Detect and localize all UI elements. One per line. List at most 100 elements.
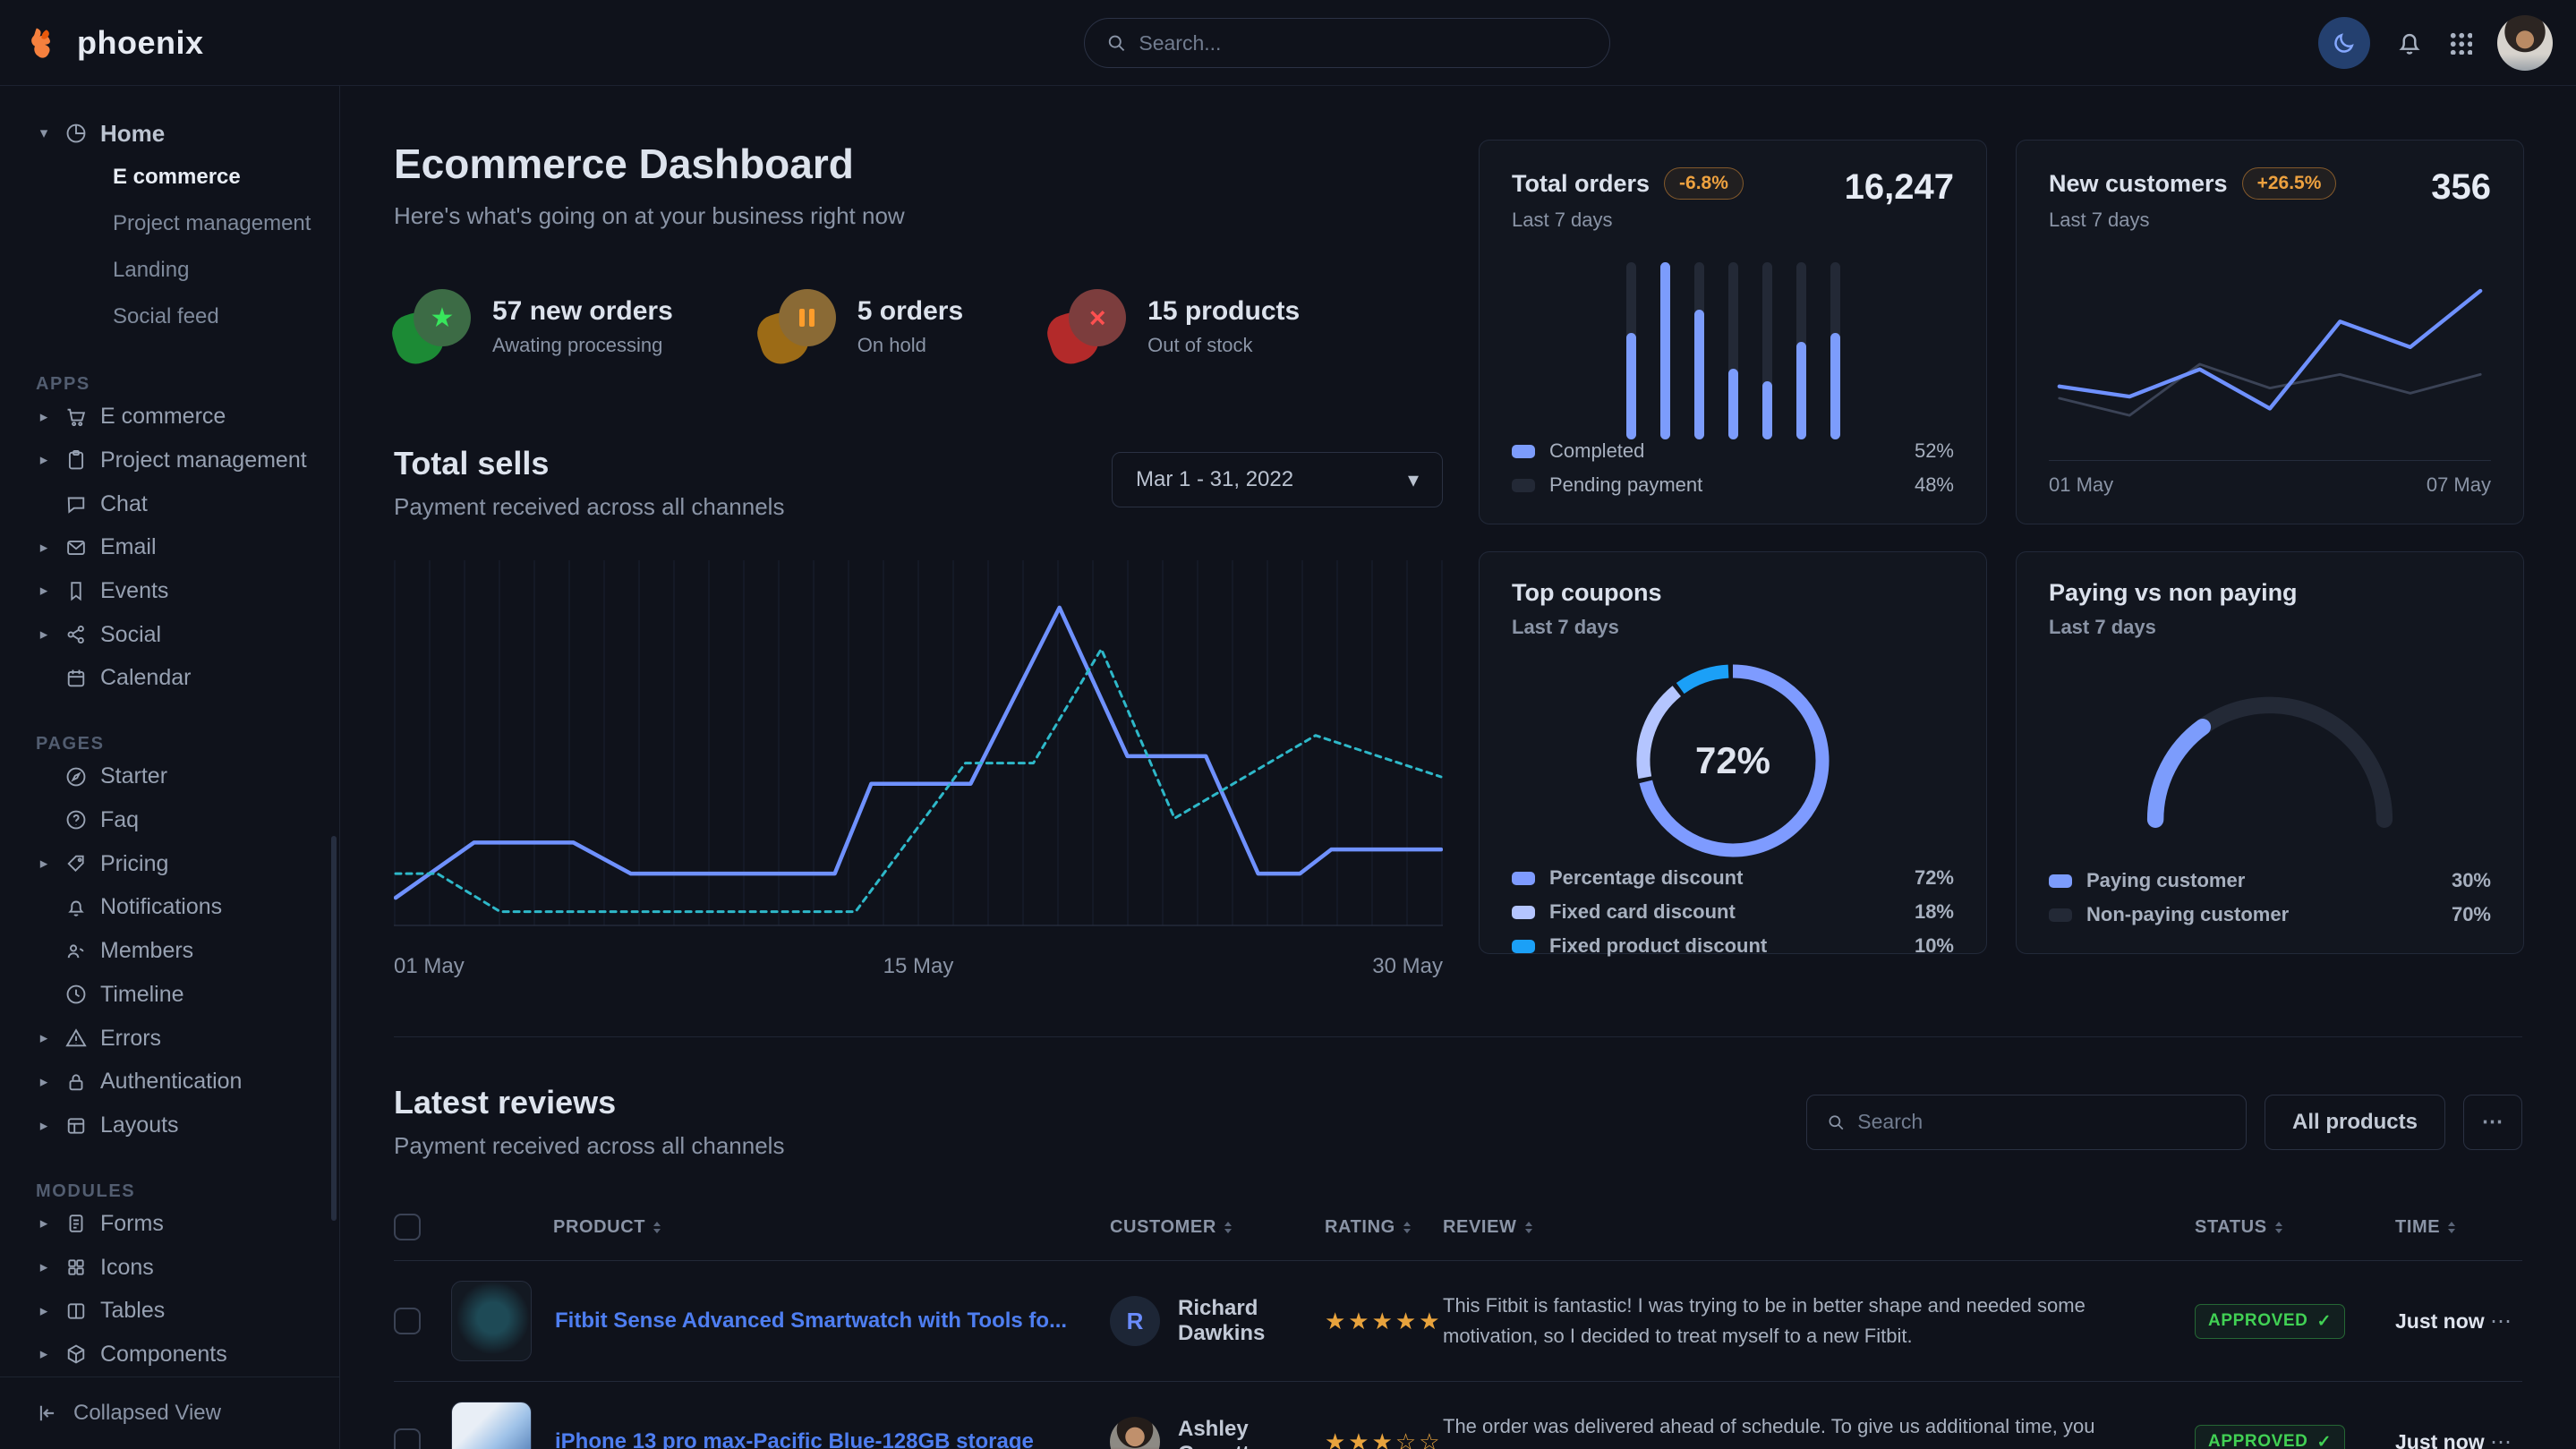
- column-status[interactable]: STATUS: [2195, 1217, 2395, 1238]
- sidebar-item-landing[interactable]: Landing: [113, 247, 339, 294]
- product-link[interactable]: Fitbit Sense Advanced Smartwatch with To…: [555, 1308, 1067, 1334]
- check-icon: ✓: [2316, 1432, 2332, 1449]
- columns-icon: [64, 1300, 88, 1323]
- sidebar-scrollbar[interactable]: [331, 836, 337, 1221]
- grid-icon: [64, 1256, 88, 1279]
- stat-new-orders: ★ 57 new orders Awating processing: [394, 289, 673, 364]
- out-of-stock-icon: ×: [1049, 289, 1128, 364]
- sidebar-item-layouts[interactable]: ▸ Layouts: [0, 1104, 339, 1147]
- row-menu-button[interactable]: ⋯: [2490, 1429, 2522, 1449]
- tag-icon: [64, 852, 88, 875]
- date-range-select[interactable]: Mar 1 - 31, 2022 ▾: [1112, 452, 1443, 507]
- sidebar-item-pricing[interactable]: ▸ Pricing: [0, 842, 339, 886]
- column-customer[interactable]: CUSTOMER: [1110, 1217, 1325, 1238]
- sidebar-item-chat[interactable]: Chat: [0, 482, 339, 526]
- search-icon: [1827, 1112, 1845, 1132]
- total-orders-bar-chart: [1626, 262, 1840, 439]
- sidebar-item-starter[interactable]: Starter: [0, 754, 339, 798]
- sidebar-item-home[interactable]: ▾ Home: [0, 113, 339, 154]
- theme-toggle-button[interactable]: [2318, 17, 2370, 69]
- column-rating[interactable]: RATING: [1325, 1217, 1443, 1238]
- column-product[interactable]: PRODUCT: [451, 1217, 1110, 1238]
- column-review[interactable]: REVIEW: [1443, 1217, 2195, 1238]
- row-menu-button[interactable]: ⋯: [2490, 1308, 2522, 1334]
- sidebar-item-forms[interactable]: ▸ Forms: [0, 1202, 339, 1246]
- page-subtitle: Here's what's going on at your business …: [394, 202, 1443, 230]
- global-search[interactable]: [1084, 18, 1610, 68]
- new-customers-card: New customers +26.5% Last 7 days 356 01 …: [2016, 140, 2524, 524]
- members-icon: [64, 940, 88, 963]
- sidebar-item-calendar[interactable]: Calendar: [0, 657, 339, 701]
- sidebar-item-icons[interactable]: ▸ Icons: [0, 1246, 339, 1290]
- sidebar-item-members[interactable]: Members: [0, 929, 339, 973]
- bell-icon: [64, 896, 88, 919]
- paying-gauge-chart: [2131, 680, 2409, 834]
- chevron-right-icon: ▸: [36, 408, 52, 426]
- apps-menu-button[interactable]: [2449, 31, 2472, 55]
- reviews-table: PRODUCT CUSTOMER RATING REVIEW STATUS TI…: [394, 1198, 2522, 1449]
- document-icon: [64, 1212, 88, 1235]
- brand-logo[interactable]: phoenix: [25, 23, 204, 63]
- sidebar-item-social[interactable]: ▸ Social: [0, 613, 339, 657]
- coupons-donut-center: 72%: [1627, 655, 1838, 866]
- check-icon: ✓: [2316, 1311, 2332, 1332]
- customer-avatar: R: [1110, 1296, 1160, 1346]
- row-checkbox[interactable]: [394, 1428, 421, 1449]
- product-thumbnail[interactable]: [451, 1281, 532, 1361]
- sidebar-item-errors[interactable]: ▸ Errors: [0, 1017, 339, 1061]
- bookmark-icon: [64, 579, 88, 602]
- review-text: The order was delivered ahead of schedul…: [1443, 1411, 2195, 1449]
- reviews-subtitle: Payment received across all channels: [394, 1132, 784, 1160]
- legend-nonpaying-customer: Non-paying customer 70%: [2049, 903, 2491, 926]
- chevron-right-icon: ▸: [36, 1215, 52, 1232]
- moon-icon: [2331, 30, 2358, 56]
- sidebar-item-notifications[interactable]: Notifications: [0, 886, 339, 930]
- axis-label-mid: 15 May: [883, 954, 954, 979]
- legend-completed: Completed 52%: [1512, 439, 1954, 463]
- product-link[interactable]: iPhone 13 pro max-Pacific Blue-128GB sto…: [555, 1429, 1034, 1449]
- stat-out-of-stock: × 15 products Out of stock: [1049, 289, 1300, 364]
- sidebar-item-timeline[interactable]: Timeline: [0, 973, 339, 1017]
- collapse-sidebar-button[interactable]: Collapsed View: [0, 1377, 339, 1449]
- user-avatar[interactable]: [2497, 15, 2553, 71]
- sidebar-item-ecommerce-dashboard[interactable]: E commerce: [113, 154, 339, 200]
- sidebar-item-ecommerce[interactable]: ▸ E commerce: [0, 395, 339, 439]
- reviews-more-button[interactable]: ⋯: [2463, 1095, 2522, 1150]
- reviews-title: Latest reviews: [394, 1084, 784, 1121]
- sidebar-item-components[interactable]: ▸ Components: [0, 1333, 339, 1377]
- chevron-right-icon: ▸: [36, 1258, 52, 1276]
- row-checkbox[interactable]: [394, 1308, 421, 1334]
- star-icon: ★: [431, 303, 455, 334]
- chevron-right-icon: ▸: [36, 1302, 52, 1320]
- select-all-checkbox[interactable]: [394, 1214, 421, 1240]
- global-search-input[interactable]: [1139, 31, 1588, 55]
- status-badge: APPROVED✓: [2195, 1304, 2345, 1339]
- caret-down-icon: ▾: [36, 124, 52, 142]
- top-coupons-card: Top coupons Last 7 days 72% Percentage d…: [1479, 551, 1987, 954]
- column-time[interactable]: TIME: [2395, 1217, 2490, 1238]
- sidebar-item-project-management[interactable]: ▸ Project management: [0, 439, 339, 482]
- sidebar-item-project-management-dashboard[interactable]: Project management: [113, 200, 339, 247]
- warning-triangle-icon: [64, 1027, 88, 1050]
- sidebar-item-tables[interactable]: ▸ Tables: [0, 1289, 339, 1333]
- sort-icon: [1403, 1222, 1411, 1233]
- phoenix-flame-icon: [25, 23, 64, 63]
- chevron-right-icon: ▸: [36, 855, 52, 873]
- reviews-search[interactable]: [1806, 1095, 2247, 1150]
- new-customers-change-badge: +26.5%: [2242, 167, 2337, 200]
- product-thumbnail[interactable]: [451, 1402, 532, 1449]
- status-badge: APPROVED✓: [2195, 1425, 2345, 1449]
- all-products-button[interactable]: All products: [2265, 1095, 2445, 1150]
- sort-icon: [2275, 1222, 2282, 1233]
- page-title: Ecommerce Dashboard: [394, 140, 1443, 188]
- sidebar-item-social-feed[interactable]: Social feed: [113, 294, 339, 340]
- sidebar-item-faq[interactable]: Faq: [0, 798, 339, 842]
- sidebar-item-events[interactable]: ▸ Events: [0, 569, 339, 613]
- sidebar-section-modules: MODULES: [0, 1181, 339, 1202]
- total-sells-title: Total sells: [394, 445, 784, 482]
- sidebar-item-authentication[interactable]: ▸ Authentication: [0, 1060, 339, 1104]
- notifications-button[interactable]: [2395, 29, 2424, 57]
- legend-fixed-product-discount: Fixed product discount 10%: [1512, 934, 1954, 958]
- sidebar-item-email[interactable]: ▸ Email: [0, 525, 339, 569]
- reviews-search-input[interactable]: [1857, 1110, 2226, 1134]
